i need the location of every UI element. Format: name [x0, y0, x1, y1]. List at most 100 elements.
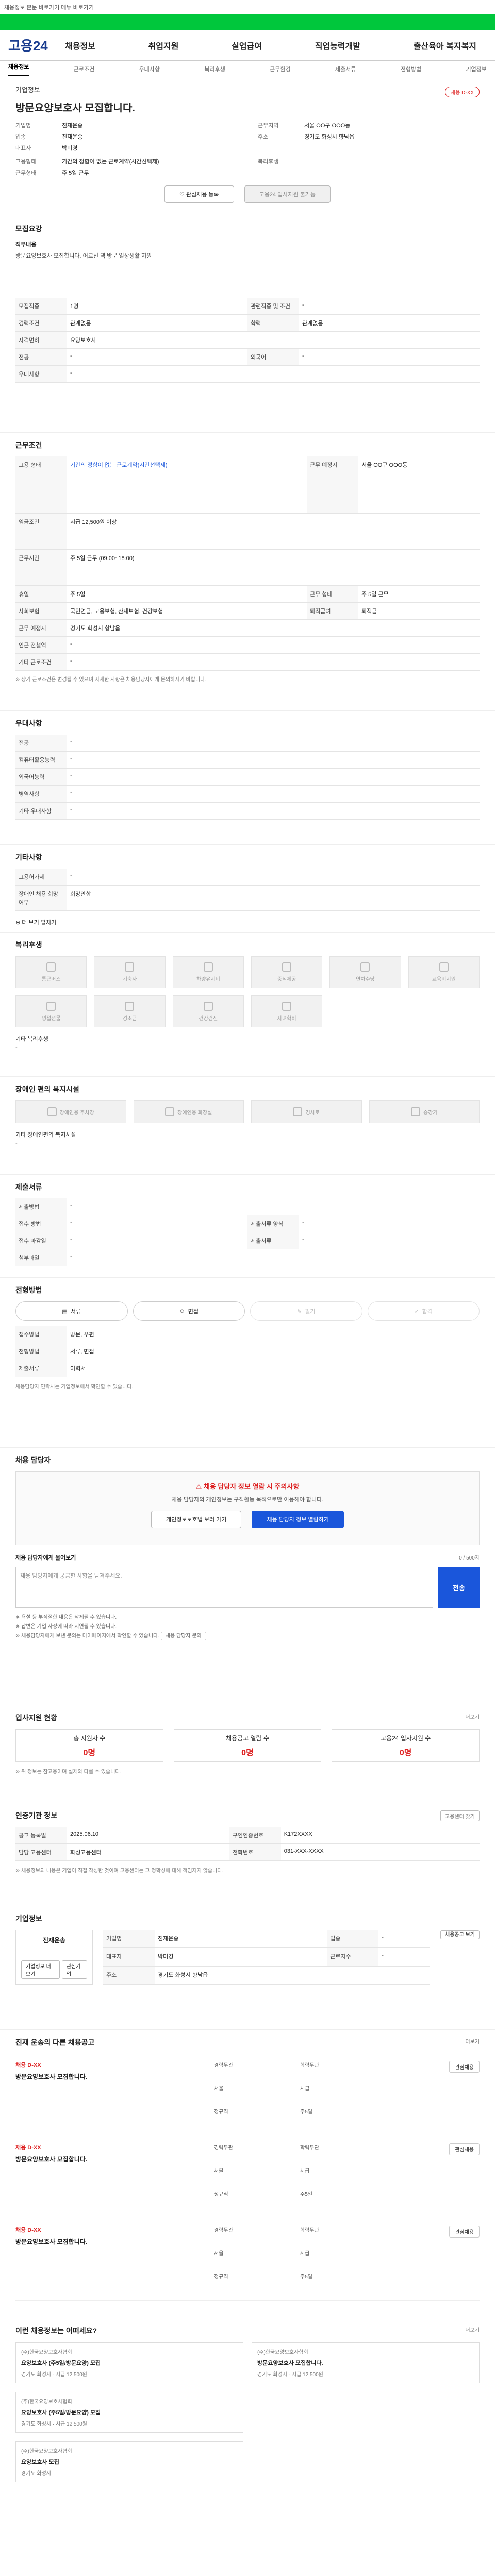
cell-value: -: [299, 1215, 480, 1232]
find-center-button[interactable]: 고용센터 찾기: [440, 1810, 480, 1821]
favorite-job-button[interactable]: 관심채용: [449, 2143, 480, 2155]
char-counter: 0 / 500자: [459, 1555, 480, 1561]
list-item[interactable]: 채용 D-XX 방문요양보호사 모집합니다. 경력무관 학력무관 서울 시급 정규직 주5일…: [15, 2136, 480, 2218]
summary-key: 주소: [258, 134, 269, 140]
card-org: (주)한국요양보호사협회: [257, 2350, 308, 2355]
cell-key: 근무 예정지: [15, 619, 67, 637]
list-item[interactable]: 채용 D-XX 방문요양보호사 모집합니다. 경력무관 학력무관 서울 시급 정규직 주5일…: [15, 2054, 480, 2136]
stat-box: 채용공고 열람 수 0명: [173, 1729, 322, 1762]
meta-item: 시급: [300, 2168, 310, 2174]
list-item[interactable]: 채용 D-XX 방문요양보호사 모집합니다. 경력무관 학력무관 서울 시급 정규직 주5일…: [15, 2218, 480, 2301]
logo[interactable]: 고용24: [8, 36, 55, 55]
selection-extra: 채용담당자 연락처는 기업정보에서 확인할 수 있습니다.: [15, 1384, 134, 1390]
company-jobs-button[interactable]: 채용공고 보기: [440, 1930, 480, 1939]
cell-key: 고용허가제: [15, 869, 67, 886]
tab-docs[interactable]: 제출서류: [335, 65, 356, 73]
cell-value: -: [67, 1198, 480, 1215]
recruit-table: 모집직종 1명 관련직종 및 조건 - 경력조건 관계없음 학력 관계없음 자격면허 요양보호…: [15, 298, 480, 383]
tab-welfare[interactable]: 복리후생: [204, 65, 225, 73]
skip-link[interactable]: 채용정보 본문 바로가기 메뉴 바로가기: [4, 3, 94, 11]
note-line: ※ 채용담당자에게 보낸 문의는 마이페이지에서 확인할 수 있습니다. 채용 …: [15, 1632, 480, 1641]
top-banner: [0, 14, 495, 30]
recommend-card[interactable]: [252, 2392, 480, 2433]
favorite-job-button[interactable]: 관심채용: [449, 2226, 480, 2238]
warning-text: ⚠ 채용 담당자 정보 열람 시 주의사항: [195, 1483, 300, 1490]
card-org: (주)한국요양보호사협회: [21, 2350, 72, 2355]
welfare-section: 복리후생 통근버스 기숙사 차량유지비 중식제공 연차수당 교육비지원 명절선물…: [0, 933, 495, 1077]
tab-conditions[interactable]: 근로조건: [74, 65, 94, 73]
section-title: 기업정보: [15, 1914, 42, 1923]
tab-environment[interactable]: 근무환경: [270, 65, 290, 73]
cell-key: 접수방법: [15, 1326, 67, 1343]
cell-value: -: [378, 1947, 431, 1967]
listing-meta: 경력무관 학력무관 서울 시급 정규직 주5일: [214, 2226, 384, 2293]
dday-tag: 채용 D-XX: [15, 2227, 41, 2233]
cell-value: -: [67, 1215, 248, 1232]
welfare-item: 차량유지비: [172, 956, 244, 988]
meta-item: 정규직: [214, 2274, 228, 2280]
tab-prefs[interactable]: 우대사항: [139, 65, 160, 73]
welfare-item: 통근버스: [15, 956, 87, 988]
tab-recruit[interactable]: 채용정보: [8, 62, 29, 76]
contact-inquiry-button[interactable]: 채용 담당자 문의: [160, 1632, 206, 1640]
card-title: 요양보호사 모집: [21, 2459, 59, 2465]
meta-item: 서울: [214, 2168, 224, 2174]
cell-value: 퇴직금: [358, 602, 480, 620]
health-icon: [203, 1001, 213, 1011]
prefs-section: 우대사항 전공 - 컴퓨터활용능력 - 외국어능력 - 병역사항 - 기타 우대사항 -: [0, 711, 495, 845]
step-item: ▤ 서류: [15, 1301, 128, 1321]
more-link[interactable]: 더보기: [465, 1713, 480, 1720]
summary-value: 진재운송: [62, 123, 83, 129]
gnb-item[interactable]: 실업급여: [232, 39, 262, 52]
listing-title[interactable]: 방문요양보호사 모집합니다.: [15, 2237, 180, 2246]
more-link[interactable]: 더보기: [465, 2037, 480, 2045]
gnb-item[interactable]: 취업지원: [148, 39, 179, 52]
privacy-law-button[interactable]: 개인정보보호법 보러 가기: [151, 1511, 242, 1528]
selection-steps: ▤ 서류 ☺ 면접 ✎ 필기 ✓ 합격: [15, 1301, 480, 1321]
cell-value: 031-XXX-XXXX: [280, 1843, 480, 1861]
listing-meta: 경력무관 학력무관 서울 시급 정규직 주5일: [214, 2143, 384, 2211]
expand-link[interactable]: ⊕ 더 보기 펼치기: [15, 918, 480, 926]
favorite-company-button[interactable]: 관심기업: [61, 1960, 87, 1979]
cell-value: -: [67, 751, 480, 769]
cell-value: 주 5일: [67, 585, 307, 603]
duty-text: 방문요양보호사 모집합니다. 어르신 댁 방문 일상생활 지원: [15, 253, 152, 259]
send-button[interactable]: 전송: [438, 1567, 480, 1608]
cell-key: 관련직종 및 조건: [248, 298, 299, 315]
prefs-table: 전공 - 컴퓨터활용능력 - 외국어능력 - 병역사항 - 기타 우대사항 -: [15, 735, 480, 820]
cell-value: 이력서: [67, 1360, 294, 1377]
cell-value: 박미경: [155, 1947, 327, 1967]
more-link[interactable]: 더보기: [465, 2326, 480, 2333]
gnb-item[interactable]: 출산육아 복지복지: [414, 39, 476, 52]
cell-value: -: [299, 348, 480, 366]
tab-company[interactable]: 기업정보: [466, 65, 486, 73]
summary-key: 고용형태: [15, 159, 37, 165]
question-textarea[interactable]: 채용 담당자에게 궁금한 사항을 남겨주세요.: [15, 1567, 433, 1608]
meta-item: 서울: [214, 2086, 224, 2092]
contact-buttons: 개인정보보호법 보러 가기 채용 담당자 정보 열람하기: [25, 1511, 470, 1528]
company-more-button[interactable]: 기업정보 더보기: [21, 1960, 60, 1979]
listing-meta: 경력무관 학력무관 서울 시급 정규직 주5일: [214, 2061, 384, 2128]
job-summary: 기업명 진재운송 업종 진재운송 대표자 박미경 근무지역 서울 OO구 OOO동 주소…: [15, 120, 480, 178]
apply-button[interactable]: 고용24 입사지원 불가능: [244, 185, 331, 203]
recommend-card[interactable]: (주)한국요양보호사협회 요양보호사 (주5일/방문요양) 모집 경기도 화성시 ·…: [15, 2342, 243, 2383]
welfare-item: 자녀학비: [251, 995, 323, 1027]
listing-title[interactable]: 방문요양보호사 모집합니다.: [15, 2072, 180, 2081]
applicant-stats: 총 지원자 수 0명 채용공고 열람 수 0명 고용24 입사지원 수 0명: [15, 1729, 480, 1762]
welfare-item: 경조금: [94, 995, 166, 1027]
step-item: ✓ 합격: [367, 1301, 480, 1321]
listing-title[interactable]: 방문요양보호사 모집합니다.: [15, 2155, 180, 2163]
recommend-card[interactable]: (주)한국요양보호사협회 요양보호사 모집 경기도 화성시: [15, 2441, 243, 2482]
tab-selection[interactable]: 전형방법: [401, 65, 421, 73]
favorite-job-button[interactable]: 관심채용: [449, 2061, 480, 2073]
section-title: 입사지원 현황: [15, 1714, 58, 1722]
recommend-card[interactable]: (주)한국요양보호사협회 요양보호사 (주5일/방문요양) 모집 경기도 화성시 ·…: [15, 2392, 243, 2433]
gnb-item[interactable]: 채용정보: [65, 39, 95, 52]
summary-value: 서울 OO구 OOO동: [304, 123, 351, 129]
view-contact-button[interactable]: 채용 담당자 정보 열람하기: [252, 1511, 344, 1528]
interest-button[interactable]: ♡ 관심채용 등록: [164, 185, 234, 203]
cell-value: 기간의 정함이 없는 근로계약(시간선택제): [67, 456, 307, 514]
detail-tabs: 채용정보 근로조건 우대사항 복리후생 근무환경 제출서류 전형방법 기업정보: [0, 61, 495, 77]
gnb-item[interactable]: 직업능력개발: [315, 39, 360, 52]
recommend-card[interactable]: (주)한국요양보호사협회 방문요양보호사 모집합니다. 경기도 화성시 · 시급 1…: [252, 2342, 480, 2383]
